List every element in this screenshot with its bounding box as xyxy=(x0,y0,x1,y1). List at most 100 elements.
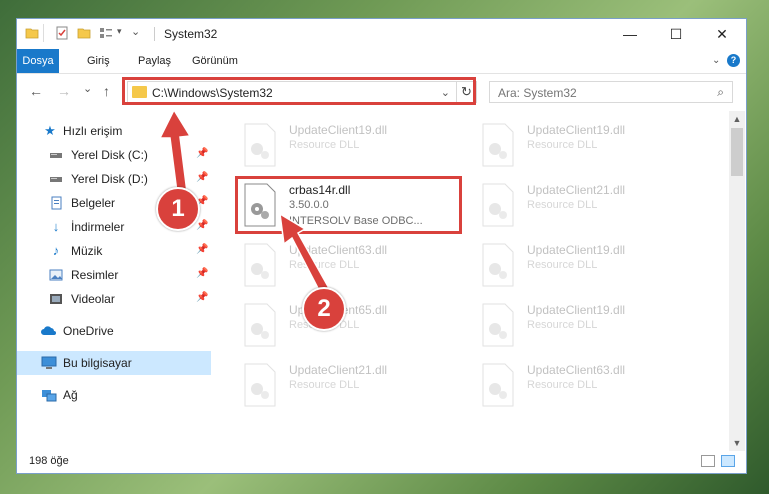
search-icon[interactable]: ⌕ xyxy=(717,85,724,100)
tab-share[interactable]: Paylaş xyxy=(130,49,179,73)
customize-toolbar-icon[interactable]: ⌄ xyxy=(131,25,140,38)
file-description: Resource DLL xyxy=(527,379,598,391)
item-count: 198 öğe xyxy=(29,455,69,467)
file-name: UpdateClient19.dll xyxy=(289,123,388,137)
qa-dropdown-icon[interactable]: ▾ xyxy=(117,26,122,37)
list-item[interactable]: UpdateClient19.dll Resource DLL xyxy=(475,297,695,355)
sidebar-item-label: Yerel Disk (C:) xyxy=(71,148,148,162)
pin-icon[interactable]: 📌 xyxy=(196,268,208,279)
sidebar-item-label: Resimler xyxy=(71,268,119,282)
scroll-down-icon[interactable]: ▼ xyxy=(729,435,745,451)
navigation-pane: ★ Hızlı erişim Yerel Disk (C:) 📌 Yerel D… xyxy=(17,111,211,451)
new-folder-icon[interactable] xyxy=(77,26,91,40)
file-description: Resource DLL xyxy=(527,199,598,211)
music-icon: ♪ xyxy=(52,243,60,258)
address-highlight-box xyxy=(122,77,476,105)
dll-file-icon xyxy=(482,183,514,227)
up-button[interactable]: ↑ xyxy=(103,83,110,99)
sidebar-item-local-disk-c[interactable]: Yerel Disk (C:) 📌 xyxy=(17,143,211,167)
sidebar-item-onedrive[interactable]: OneDrive xyxy=(17,319,211,343)
sidebar-item-network[interactable]: Ağ xyxy=(17,383,211,407)
dll-file-icon xyxy=(244,243,276,287)
sidebar-item-label: Ağ xyxy=(63,388,78,402)
sidebar-item-this-pc[interactable]: Bu bilgisayar xyxy=(17,351,211,375)
file-name: UpdateClient19.dll xyxy=(527,123,626,137)
pin-icon[interactable]: 📌 xyxy=(196,148,208,159)
properties-icon[interactable] xyxy=(55,26,69,40)
file-description: Resource DLL xyxy=(527,319,598,331)
list-item[interactable]: UpdateClient63.dll Resource DLL xyxy=(475,357,695,415)
file-highlight-box xyxy=(235,176,462,234)
network-icon xyxy=(41,388,57,402)
dll-file-icon xyxy=(244,363,276,407)
sidebar-item-music[interactable]: ♪ Müzik 📌 xyxy=(17,239,211,263)
sidebar-item-videos[interactable]: Videolar 📌 xyxy=(17,287,211,311)
ribbon-tabs: Dosya Giriş Paylaş Görünüm ⌄ ? xyxy=(17,49,746,74)
list-item[interactable]: UpdateClient19.dll Resource DLL xyxy=(475,117,695,175)
sidebar-item-pictures[interactable]: Resimler 📌 xyxy=(17,263,211,287)
dll-file-icon xyxy=(482,363,514,407)
list-item[interactable]: UpdateClient19.dll Resource DLL xyxy=(237,117,457,175)
callout-badge-2: 2 xyxy=(302,287,346,331)
tab-file[interactable]: Dosya xyxy=(17,49,59,73)
minimize-button[interactable]: — xyxy=(607,19,653,49)
file-name: UpdateClient21.dll xyxy=(289,363,388,377)
file-name: UpdateClient21.dll xyxy=(527,183,626,197)
list-item[interactable]: UpdateClient19.dll Resource DLL xyxy=(475,237,695,295)
tab-view[interactable]: Görünüm xyxy=(184,49,246,73)
sidebar-item-label: İndirmeler xyxy=(71,220,125,234)
pin-icon[interactable]: 📌 xyxy=(196,244,208,255)
scrollbar-thumb[interactable] xyxy=(731,128,743,176)
title-divider xyxy=(43,24,44,42)
list-item[interactable]: UpdateClient21.dll Resource DLL xyxy=(237,357,457,415)
details-view-icon[interactable] xyxy=(701,455,715,467)
search-box[interactable]: ⌕ xyxy=(489,81,733,104)
dll-file-icon xyxy=(482,123,514,167)
pin-icon[interactable]: 📌 xyxy=(196,292,208,303)
file-name: UpdateClient19.dll xyxy=(527,243,626,257)
file-description: Resource DLL xyxy=(289,379,360,391)
close-button[interactable]: ✕ xyxy=(699,19,745,49)
title-bar: ▾ ⌄ System32 — ☐ ✕ xyxy=(17,19,746,49)
file-list: UpdateClient19.dll Resource DLL UpdateCl… xyxy=(211,111,729,451)
tiles-view-icon[interactable] xyxy=(721,455,735,467)
sidebar-item-label: Müzik xyxy=(71,244,103,258)
list-item[interactable]: UpdateClient65.dll Resource DLL xyxy=(237,297,457,355)
view-options-icon[interactable] xyxy=(99,26,113,40)
file-description: Resource DLL xyxy=(527,259,598,271)
sidebar-item-label: OneDrive xyxy=(63,324,114,338)
pin-icon[interactable]: 📌 xyxy=(196,220,208,231)
pictures-icon xyxy=(49,268,63,282)
search-input[interactable] xyxy=(490,82,700,104)
scroll-up-icon[interactable]: ▲ xyxy=(729,111,745,127)
sidebar-item-quick-access[interactable]: ★ Hızlı erişim xyxy=(17,119,211,143)
dll-file-icon xyxy=(482,243,514,287)
maximize-button[interactable]: ☐ xyxy=(653,19,699,49)
callout-badge-1: 1 xyxy=(156,187,200,231)
documents-icon xyxy=(49,196,63,210)
list-item[interactable]: UpdateClient63.dll Resource DLL xyxy=(237,237,457,295)
vertical-scrollbar[interactable]: ▲ ▼ xyxy=(729,111,745,451)
chevron-down-icon[interactable]: ⌄ xyxy=(712,49,720,73)
forward-button[interactable]: → xyxy=(57,83,71,99)
list-item[interactable]: UpdateClient21.dll Resource DLL xyxy=(475,177,695,235)
file-description: Resource DLL xyxy=(289,259,360,271)
tab-home[interactable]: Giriş xyxy=(79,49,118,73)
dll-file-icon xyxy=(244,123,276,167)
file-name: UpdateClient63.dll xyxy=(527,363,626,377)
sidebar-item-label: Videolar xyxy=(71,292,115,306)
file-description: Resource DLL xyxy=(527,139,598,151)
back-button[interactable]: ← xyxy=(29,83,43,99)
help-icon[interactable]: ? xyxy=(727,54,740,67)
recent-locations-button[interactable]: ⌄ xyxy=(83,82,92,95)
file-name: UpdateClient19.dll xyxy=(527,303,626,317)
dll-file-icon xyxy=(244,303,276,347)
cloud-icon xyxy=(41,324,56,338)
dll-file-icon xyxy=(482,303,514,347)
drive-icon xyxy=(49,148,63,162)
pin-icon[interactable]: 📌 xyxy=(196,172,208,183)
videos-icon xyxy=(49,292,63,306)
drive-icon xyxy=(49,172,63,186)
title-separator xyxy=(154,27,155,41)
status-bar: 198 öğe xyxy=(17,451,746,473)
